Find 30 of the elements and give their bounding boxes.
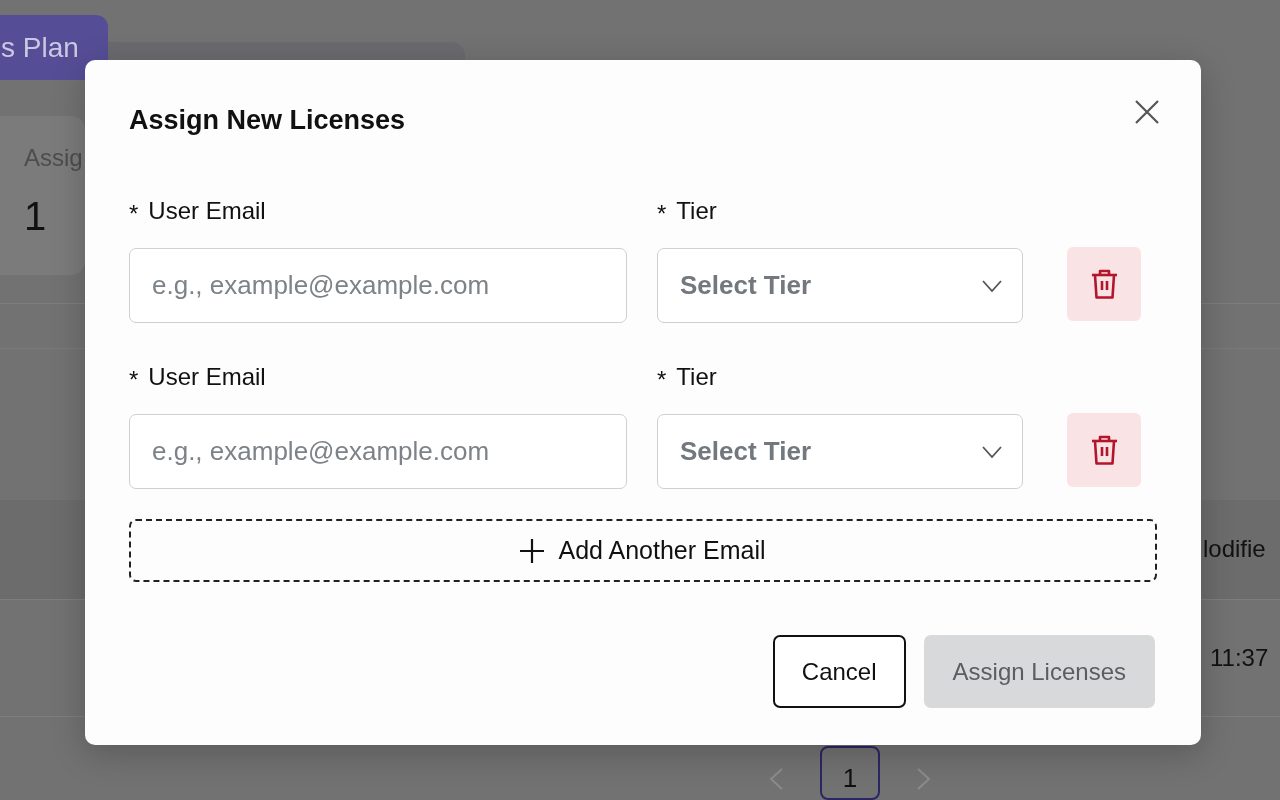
email-input[interactable]: e.g., example@example.com xyxy=(129,414,627,489)
table-cell-text: 11:37 xyxy=(1210,642,1269,673)
field-label: Tier xyxy=(676,362,717,392)
field-label: User Email xyxy=(148,362,266,392)
cancel-button[interactable]: Cancel xyxy=(772,635,906,708)
delete-button[interactable] xyxy=(1067,247,1141,321)
delete-button[interactable] xyxy=(1067,413,1141,487)
chevron-down-icon xyxy=(982,445,1002,458)
plan-tab[interactable]: s Plan xyxy=(0,15,108,80)
close-button[interactable] xyxy=(1134,99,1160,125)
modal-title: Assign New Licenses xyxy=(129,104,406,137)
tier-select[interactable]: Select Tier xyxy=(657,248,1023,323)
chevron-right-icon xyxy=(916,768,932,790)
required-mark: * xyxy=(129,365,139,395)
required-mark: * xyxy=(657,365,667,395)
required-mark: * xyxy=(657,199,667,229)
required-mark: * xyxy=(129,199,139,229)
email-input[interactable]: e.g., example@example.com xyxy=(129,248,627,323)
stat-value: 1 xyxy=(24,192,47,240)
field-label: User Email xyxy=(148,196,266,226)
tier-select[interactable]: Select Tier xyxy=(657,414,1023,489)
trash-icon xyxy=(1090,435,1118,465)
add-email-button[interactable]: Add Another Email xyxy=(129,519,1157,582)
chevron-left-icon xyxy=(768,768,784,790)
close-icon xyxy=(1134,99,1160,125)
plus-icon xyxy=(520,538,545,563)
chevron-down-icon xyxy=(982,279,1002,292)
column-header: lodifie xyxy=(1203,534,1266,565)
field-label: Tier xyxy=(676,196,717,226)
trash-icon xyxy=(1090,269,1118,299)
